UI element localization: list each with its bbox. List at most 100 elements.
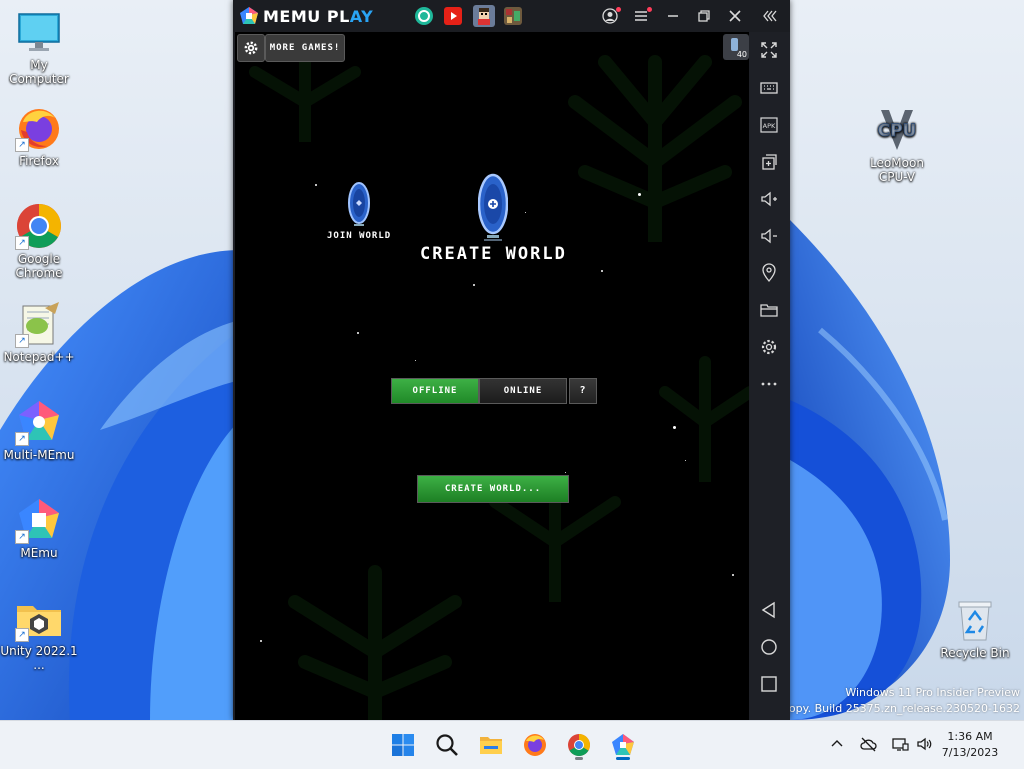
cloud-off-icon[interactable] (859, 735, 879, 755)
star (357, 332, 359, 334)
create-world-portal[interactable] (478, 172, 508, 244)
brand-text-accent: AY (349, 6, 374, 26)
home-icon[interactable] (757, 635, 781, 659)
clock[interactable]: 1:36 AM 7/13/2023 (934, 729, 1006, 761)
chevron-up-icon[interactable] (828, 735, 848, 755)
desktop-icon-my-computer[interactable]: My Computer (0, 8, 78, 86)
star (565, 472, 566, 473)
location-icon[interactable] (757, 261, 781, 285)
back-icon[interactable] (757, 598, 781, 622)
settings-icon[interactable] (757, 335, 781, 359)
file-explorer-icon[interactable] (475, 729, 507, 761)
shortcut-arrow-icon: ↗ (15, 236, 29, 250)
desktop-icon-unity-folder[interactable]: ↗ Unity 2022.1 ... (0, 594, 78, 672)
restore-icon[interactable] (692, 4, 716, 28)
firefox-icon[interactable] (519, 729, 551, 761)
background-leaf-decoration (659, 356, 749, 482)
desktop-icon-label: MEmu (20, 546, 58, 560)
game-thumb-icon[interactable] (504, 7, 522, 25)
desktop-icon-memu[interactable]: ↗ MEmu (0, 496, 78, 560)
memu-logo-icon (240, 7, 258, 24)
desktop-icon-label: Firefox (19, 154, 59, 168)
more-games-button[interactable]: MORE GAMES! (265, 34, 345, 62)
collapse-icon[interactable] (758, 4, 782, 28)
online-mode-button[interactable]: ONLINE (479, 378, 567, 404)
shortcut-arrow-icon: ↗ (15, 432, 29, 446)
running-indicator (575, 757, 583, 760)
desktop-icon-cpu-v[interactable]: CPU LeoMoon CPU-V (858, 106, 936, 184)
star (525, 212, 526, 213)
close-icon[interactable] (723, 4, 747, 28)
star (601, 270, 603, 272)
add-window-icon[interactable] (757, 150, 781, 174)
notepadpp-icon: ↗ (15, 300, 63, 348)
watermark-line-2: on copy. Build 25375.zn_release.230520-1… (765, 702, 1020, 715)
start-icon[interactable] (387, 729, 419, 761)
speaker-icon[interactable] (915, 735, 935, 755)
chrome-icon[interactable] (563, 729, 595, 761)
desktop-icon-label: Multi-MEmu (3, 448, 75, 462)
game-avatar-icon[interactable] (473, 5, 495, 27)
desktop-icon-chrome[interactable]: ↗ Google Chrome (0, 202, 78, 280)
star (638, 193, 641, 196)
star (260, 640, 262, 642)
monitor-icon (15, 8, 63, 56)
gear-icon (244, 41, 258, 55)
desktop-icon-notepadpp[interactable]: ↗ Notepad++ (0, 300, 78, 364)
more-icon[interactable] (757, 372, 781, 396)
clock-time: 1:36 AM (947, 730, 993, 743)
memu-icon: ↗ (15, 496, 63, 544)
memu-home-icon[interactable] (415, 7, 433, 25)
memu-sidebar: APK (749, 32, 790, 720)
join-world-portal[interactable] (348, 182, 370, 232)
memu-icon[interactable] (607, 729, 639, 761)
desktop-icon-label: Recycle Bin (940, 646, 1010, 660)
firefox-icon: ↗ (15, 104, 63, 152)
minimize-icon[interactable] (661, 4, 685, 28)
shortcut-arrow-icon: ↗ (15, 334, 29, 348)
create-world-button[interactable]: CREATE WORLD... (417, 475, 569, 503)
youtube-icon[interactable] (444, 7, 462, 25)
memu-titlebar[interactable]: MEMU PLAY (233, 0, 790, 32)
unity-folder-icon: ↗ (15, 594, 63, 642)
clock-date: 7/13/2023 (941, 746, 999, 759)
memu-window[interactable]: MEMU PLAY MORE GAMES! 40 JOIN WORLD CREA… (233, 0, 790, 720)
volume-down-icon[interactable] (757, 224, 781, 248)
fps-badge[interactable]: 40 (723, 34, 749, 60)
game-settings-button[interactable] (237, 34, 265, 62)
recents-icon[interactable] (757, 672, 781, 696)
desktop-icon-multi-memu[interactable]: ↗ Multi-MEmu (0, 398, 78, 462)
join-world-label[interactable]: JOIN WORLD (327, 231, 391, 241)
background-leaf-decoration (288, 565, 462, 720)
notification-dot (647, 7, 652, 12)
apk-icon[interactable]: APK (757, 113, 781, 137)
desktop-icon-label: Unity 2022.1 ... (0, 644, 78, 672)
keyboard-icon[interactable] (757, 76, 781, 100)
desktop-icon-label: Google Chrome (15, 252, 63, 280)
help-button[interactable]: ? (569, 378, 597, 404)
shortcut-arrow-icon: ↗ (15, 138, 29, 152)
mode-toggle[interactable]: OFFLINE ONLINE (391, 378, 567, 404)
desktop-icon-firefox[interactable]: ↗ Firefox (0, 104, 78, 168)
cpu-v-icon: CPU (873, 106, 921, 154)
fullscreen-icon[interactable] (757, 38, 781, 62)
desktop-icon-recycle-bin[interactable]: Recycle Bin (936, 596, 1014, 660)
create-world-title[interactable]: CREATE WORLD (420, 244, 567, 264)
star (732, 574, 734, 576)
taskbar: 1:36 AM 7/13/2023 (0, 720, 1024, 769)
windows-watermark: Windows 11 Pro Insider Preview on copy. … (766, 685, 1020, 717)
emulator-screen[interactable]: MORE GAMES! 40 JOIN WORLD CREATE WORLD O… (235, 32, 749, 720)
star (315, 184, 317, 186)
folder-icon[interactable] (757, 298, 781, 322)
desktop-icon-label: LeoMoon CPU-V (870, 156, 924, 184)
apk-label: APK (763, 122, 776, 130)
active-indicator (616, 757, 630, 760)
desktop-icon-label: My Computer (9, 58, 69, 86)
offline-mode-button[interactable]: OFFLINE (391, 378, 479, 404)
notification-dot (616, 7, 621, 12)
display-icon[interactable] (891, 735, 911, 755)
volume-up-icon[interactable] (757, 187, 781, 211)
search-icon[interactable] (431, 729, 463, 761)
portal-icon (478, 173, 508, 241)
star (415, 360, 416, 361)
